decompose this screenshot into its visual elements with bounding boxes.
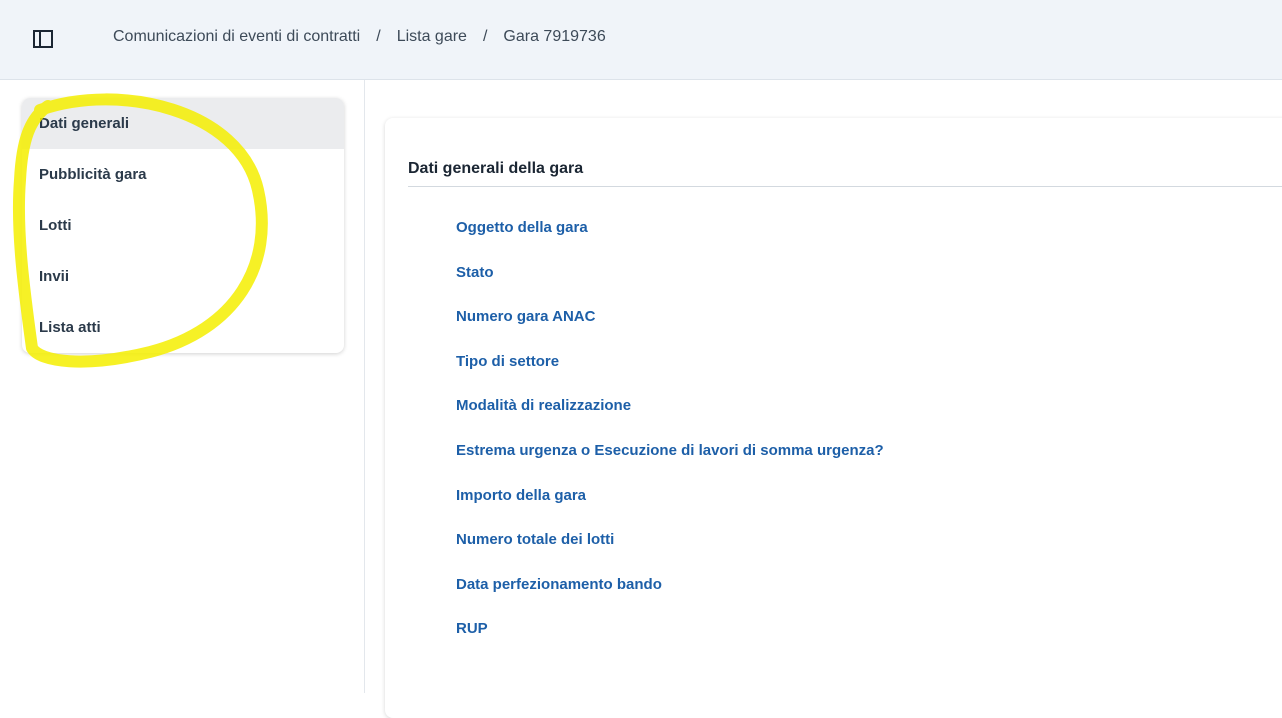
- sidebar-item-pubblicita-gara[interactable]: Pubblicità gara: [22, 149, 344, 200]
- field-label-rup: RUP: [456, 620, 488, 638]
- field-label-estrema-urgenza: Estrema urgenza o Esecuzione di lavori d…: [456, 441, 884, 459]
- sidebar-item-lotti[interactable]: Lotti: [22, 200, 344, 251]
- breadcrumb-separator: /: [482, 28, 488, 45]
- sidebar-toggle-icon[interactable]: [32, 29, 54, 49]
- breadcrumb: Comunicazioni di eventi di contratti / L…: [113, 28, 606, 46]
- sidebar-item-lista-atti[interactable]: Lista atti: [22, 302, 344, 353]
- general-data-card: Dati generali della gara Oggetto della g…: [385, 118, 1282, 718]
- field-label-modalita-realizzazione: Modalità di realizzazione: [456, 397, 632, 415]
- sidebar-item-dati-generali[interactable]: Dati generali: [22, 98, 344, 149]
- top-bar: Comunicazioni di eventi di contratti / L…: [0, 0, 1282, 80]
- field-label-numero-gara-anac: Numero gara ANAC: [456, 308, 596, 326]
- section-divider: [408, 186, 1282, 187]
- field-label-data-perfezionamento: Data perfezionamento bando: [456, 575, 662, 593]
- field-list: Oggetto della gara Stato Numero gara ANA…: [456, 216, 884, 662]
- breadcrumb-item-comunicazioni[interactable]: Comunicazioni di eventi di contratti: [113, 28, 360, 46]
- field-label-tipo-settore: Tipo di settore: [456, 352, 560, 370]
- breadcrumb-item-current: Gara 7919736: [503, 28, 606, 45]
- field-label-oggetto: Oggetto della gara: [456, 219, 588, 236]
- field-label-stato: Stato: [456, 263, 494, 281]
- field-label-numero-lotti: Numero totale dei lotti: [456, 531, 615, 549]
- sidebar-item-invii[interactable]: Invii: [22, 251, 344, 302]
- breadcrumb-item-lista-gare[interactable]: Lista gare: [397, 28, 467, 46]
- section-title: Dati generali della gara: [408, 160, 584, 177]
- sidebar-nav-card: Dati generali Pubblicità gara Lotti Invi…: [22, 98, 344, 353]
- breadcrumb-separator: /: [376, 28, 381, 45]
- field-label-importo: Importo della gara: [456, 486, 587, 504]
- left-sidebar: Dati generali Pubblicità gara Lotti Invi…: [0, 80, 365, 693]
